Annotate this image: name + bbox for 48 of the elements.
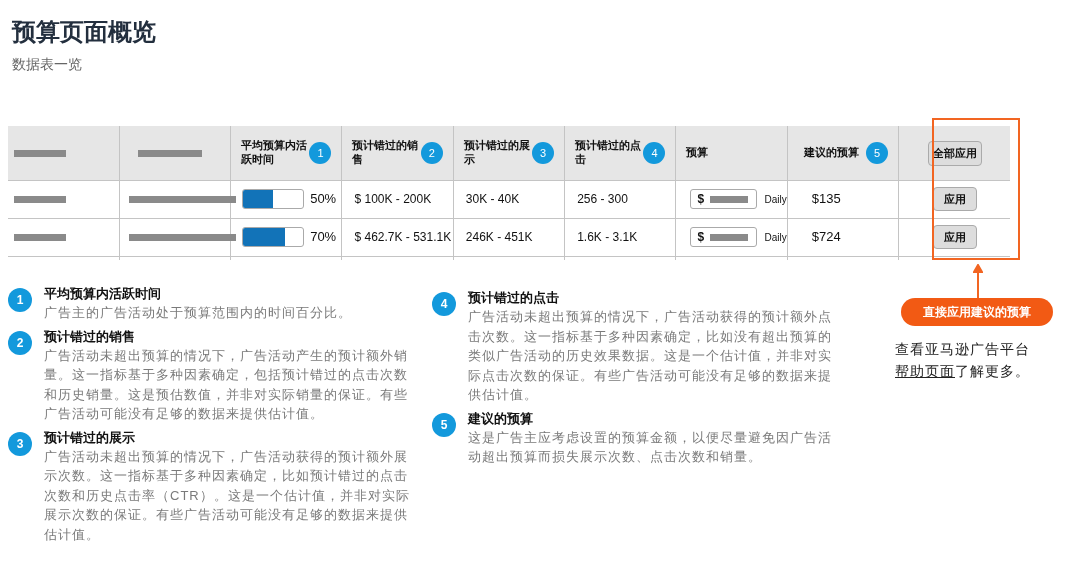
page-subtitle: 数据表一览 xyxy=(12,55,82,74)
column-header: 预算 xyxy=(686,145,709,160)
note-title: 建议的预算 xyxy=(468,409,534,428)
note-title: 预计错过的销售 xyxy=(44,327,136,346)
note-text: 广告活动未超出预算的情况下，广告活动产生的预计额外销量。这一指标基于多种因素确定，包括预计错过的点击次数和历史销量。这是预估数值，并非对实际销量的保证。有些广告活动可能没有足够的数据来提供估计值。 xyxy=(44,346,409,423)
table-cell: $135 xyxy=(811,191,841,207)
column-header: 建议的预算 xyxy=(803,145,859,160)
table-cell: $ 100K - 200K xyxy=(354,192,432,206)
budget-field[interactable]: $ xyxy=(690,189,757,209)
number-badge: 5 xyxy=(866,141,889,164)
apply-button[interactable]: 应用 xyxy=(932,224,977,250)
table-cell: 1.6K - 3.1K xyxy=(577,230,638,244)
note-title: 平均预算内活跃时间 xyxy=(44,285,162,303)
budget-field[interactable]: $ xyxy=(690,227,757,247)
note-title: 预计错过的展示 xyxy=(44,428,136,447)
note-text: 广告活动未超出预算的情况下，广告活动获得的预计额外展示次数。这一指标基于多种因素确定，比如预计错过的点击次数和历史点击率（CTR）。这是一个估计值，并非对实际展示次数的保证。有些广告活动可能没有足够的数据来提供估计值。 xyxy=(44,447,411,544)
table-cell: 30K - 40K xyxy=(465,192,520,206)
column-header: 预计错过的点击 xyxy=(575,138,642,167)
apply-button[interactable]: 应用 xyxy=(932,186,977,212)
note-title: 预计错过的点击 xyxy=(468,289,560,307)
table-cell: 256 - 300 xyxy=(577,192,628,206)
table-cell: $ 462.7K - 531.1K xyxy=(354,230,452,244)
help-text: 查看亚马逊广告平台 帮助页面了解更多。 xyxy=(895,340,1031,381)
number-badge: 4 xyxy=(643,141,666,164)
note-text: 广告活动未超出预算的情况下，广告活动获得的预计额外点击次数。这一指标基于多种因素确定，比如没有超出预算的类似广告活动的历史效果数据。这是一个估计值，并非对实际点击次数的保证。有些广告活动可能没有足够的数据来提供估计值。 xyxy=(468,308,833,404)
column-header: 预计错过的展示 xyxy=(463,138,531,167)
column-header: 预计错过的销售 xyxy=(352,138,419,167)
page-title: 预算页面概览 xyxy=(12,17,156,47)
note-text: 广告主的广告活动处于预算范围内的时间百分比。 xyxy=(44,304,353,322)
number-badge: 4 xyxy=(432,292,456,316)
column-header: 平均预算内活跃时间 xyxy=(241,138,308,167)
percent-value: 70% xyxy=(310,228,337,247)
number-badge: 1 xyxy=(8,288,32,312)
period-label: Daily xyxy=(764,230,787,245)
apply-all-button[interactable]: 全部应用 xyxy=(927,141,982,166)
table-cell: 246K - 451K xyxy=(465,230,533,244)
number-badge: 2 xyxy=(8,330,32,355)
help-link[interactable]: 帮助页面 xyxy=(895,363,955,379)
callout-label: 直接应用建议的预算 xyxy=(901,298,1053,326)
percent-value: 50% xyxy=(310,190,337,209)
number-badge: 1 xyxy=(309,141,332,164)
number-badge: 3 xyxy=(532,141,555,164)
note-text: 这是广告主应考虑设置的预算金额，以便尽量避免因广告活动超出预算而损失展示次数、点击次数和销量。 xyxy=(468,428,833,466)
number-badge: 5 xyxy=(432,412,456,437)
period-label: Daily xyxy=(764,192,787,207)
number-badge: 3 xyxy=(8,431,32,456)
table-cell: $724 xyxy=(811,229,841,245)
number-badge: 2 xyxy=(420,141,443,164)
